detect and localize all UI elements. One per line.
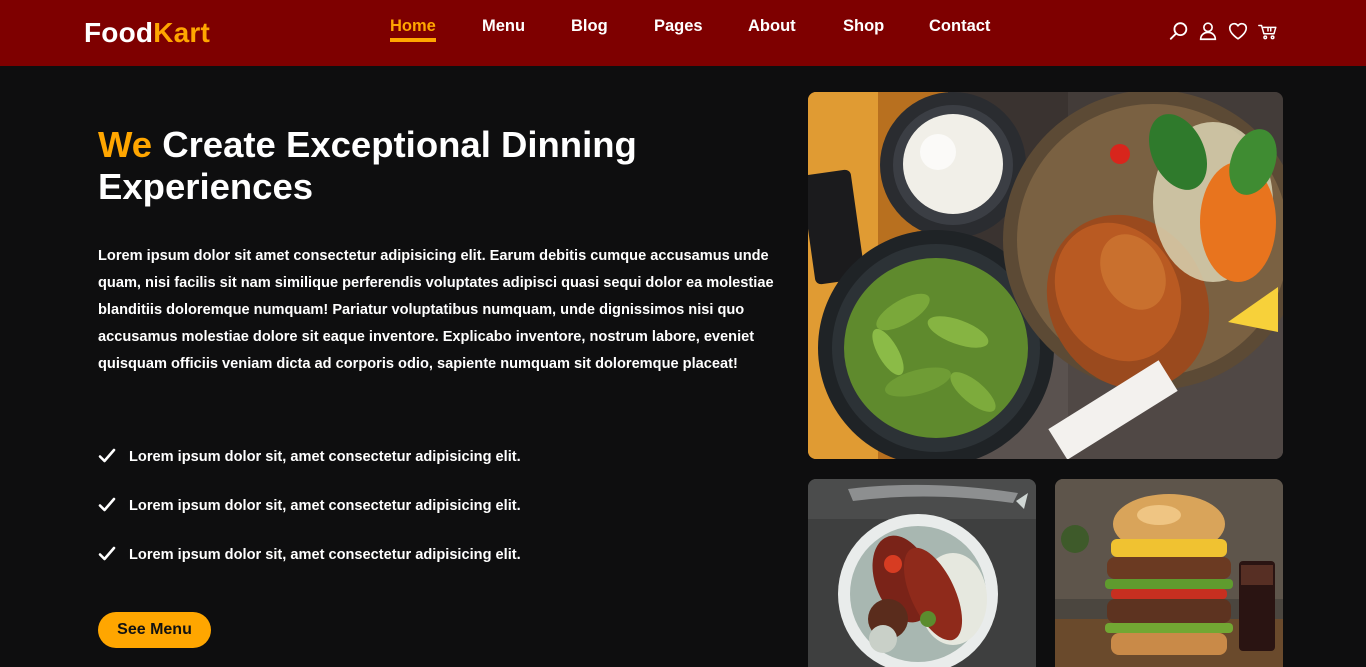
heart-icon[interactable] bbox=[1227, 20, 1249, 42]
feature-text: Lorem ipsum dolor sit, amet consectetur … bbox=[129, 449, 521, 465]
nav-blog[interactable]: Blog bbox=[571, 16, 608, 36]
user-icon[interactable] bbox=[1197, 20, 1219, 42]
check-icon bbox=[98, 496, 116, 514]
food-photo-main bbox=[808, 92, 1283, 459]
check-icon bbox=[98, 545, 116, 563]
nav-pages[interactable]: Pages bbox=[654, 16, 703, 36]
food-photo-burger bbox=[1055, 479, 1283, 667]
hero-headline: We Create Exceptional Dinning Experience… bbox=[98, 124, 738, 208]
feature-text: Lorem ipsum dolor sit, amet consectetur … bbox=[129, 498, 521, 514]
see-menu-button[interactable]: See Menu bbox=[98, 612, 211, 648]
main-nav: Home Menu Blog Pages About Shop Contact bbox=[0, 16, 1366, 46]
nav-menu[interactable]: Menu bbox=[482, 16, 525, 36]
feature-list: Lorem ipsum dolor sit, amet consectetur … bbox=[98, 446, 698, 593]
hero-intro: Lorem ipsum dolor sit amet consectetur a… bbox=[98, 248, 774, 372]
cart-icon[interactable] bbox=[1257, 20, 1279, 42]
headline-rest: Create Exceptional Dinning Experiences bbox=[98, 124, 637, 207]
headline-accent: We bbox=[98, 124, 153, 165]
site-header: FoodKart Home Menu Blog Pages About Shop… bbox=[0, 0, 1366, 66]
feature-item: Lorem ipsum dolor sit, amet consectetur … bbox=[98, 544, 698, 593]
nav-about[interactable]: About bbox=[748, 16, 796, 36]
nav-home[interactable]: Home bbox=[390, 16, 436, 42]
nav-shop[interactable]: Shop bbox=[843, 16, 884, 36]
nav-contact[interactable]: Contact bbox=[929, 16, 990, 36]
check-icon bbox=[98, 447, 116, 465]
feature-item: Lorem ipsum dolor sit, amet consectetur … bbox=[98, 495, 698, 544]
feature-text: Lorem ipsum dolor sit, amet consectetur … bbox=[129, 547, 521, 563]
search-icon[interactable] bbox=[1168, 20, 1190, 42]
food-photo-skewers bbox=[808, 479, 1036, 667]
feature-item: Lorem ipsum dolor sit, amet consectetur … bbox=[98, 446, 698, 495]
